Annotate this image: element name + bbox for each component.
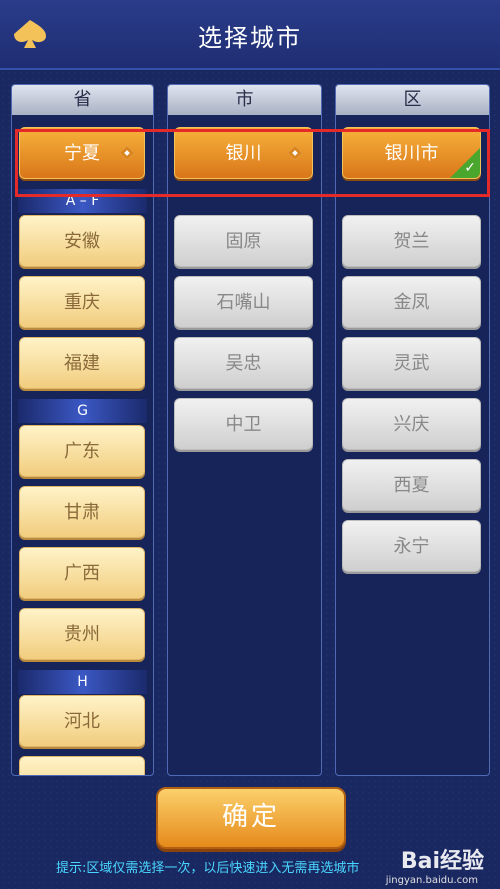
province-item[interactable]: 安徽	[19, 215, 145, 267]
district-item[interactable]: 金凤	[342, 276, 481, 328]
watermark-url: jingyan.baidu.com	[385, 875, 478, 886]
city-item[interactable]: 石嘴山	[174, 276, 313, 328]
district-item[interactable]: 贺兰	[342, 215, 481, 267]
district-item[interactable]: 兴庆	[342, 398, 481, 450]
section-g: G	[18, 399, 147, 423]
province-item[interactable]: 广东	[19, 425, 145, 477]
tip-text: 提示:区域仅需选择一次，以后快速进入无需再选城市	[56, 861, 360, 876]
city-item[interactable]: 中卫	[174, 398, 313, 450]
red-highlight-box	[15, 129, 490, 197]
province-item[interactable]: 河北	[19, 695, 145, 747]
watermark-brand: Bai经验	[400, 849, 484, 874]
section-h: H	[18, 670, 147, 694]
province-item[interactable]: 甘肃	[19, 486, 145, 538]
city-item[interactable]: 吴忠	[174, 337, 313, 389]
province-header: 省	[12, 85, 153, 115]
page-title: 选择城市	[198, 24, 302, 52]
city-item[interactable]: 固原	[174, 215, 313, 267]
province-item-partial[interactable]	[19, 756, 145, 775]
province-item[interactable]: 贵州	[19, 608, 145, 660]
province-item[interactable]: 重庆	[19, 276, 145, 328]
district-item[interactable]: 西夏	[342, 459, 481, 511]
district-header: 区	[336, 85, 489, 115]
district-item[interactable]: 永宁	[342, 520, 481, 572]
city-header: 市	[168, 85, 321, 115]
province-item[interactable]: 福建	[19, 337, 145, 389]
district-item[interactable]: 灵武	[342, 337, 481, 389]
province-item[interactable]: 广西	[19, 547, 145, 599]
top-bar: 选择城市	[0, 0, 500, 70]
confirm-button[interactable]: 确定	[156, 787, 346, 849]
